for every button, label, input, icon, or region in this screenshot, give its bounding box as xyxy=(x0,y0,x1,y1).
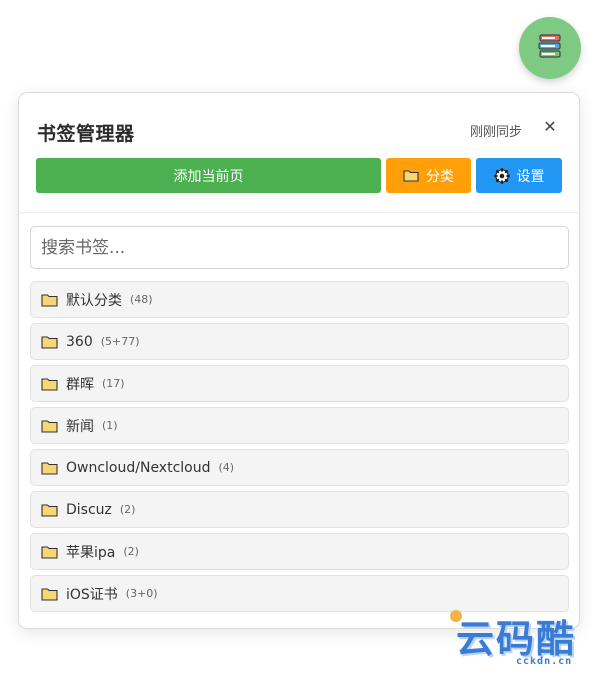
category-name: Owncloud/Nextcloud xyxy=(66,459,211,476)
bookmark-manager-panel: 书签管理器 刚刚同步 ✕ 添加当前页 分类 设置 搜索书签... 默认分类 (4… xyxy=(18,92,580,629)
folder-icon xyxy=(41,293,58,307)
add-current-page-label: 添加当前页 xyxy=(173,168,244,185)
watermark-text: 云码酷 xyxy=(456,617,577,661)
category-item-apple-ipa[interactable]: 苹果ipa (2) xyxy=(30,533,569,570)
category-item-discuz[interactable]: Discuz (2) xyxy=(30,491,569,528)
watermark-logo: 云码酷 cckdn.cn xyxy=(448,606,598,670)
panel-title: 书签管理器 xyxy=(37,123,135,145)
category-name: Discuz xyxy=(66,501,112,518)
add-current-page-button[interactable]: 添加当前页 xyxy=(36,158,381,193)
category-name: 群晖 xyxy=(66,376,94,393)
category-item-default[interactable]: 默认分类 (48) xyxy=(30,281,569,318)
category-count: (4) xyxy=(218,461,235,474)
books-icon xyxy=(536,32,564,64)
category-item-owncloud[interactable]: Owncloud/Nextcloud (4) xyxy=(30,449,569,486)
category-name: 新闻 xyxy=(66,418,94,435)
folder-icon xyxy=(41,503,58,517)
bookmark-manager-toggle-button[interactable] xyxy=(519,17,581,79)
search-input[interactable] xyxy=(30,226,569,269)
category-button-label: 分类 xyxy=(426,168,454,185)
sync-status: 刚刚同步 xyxy=(470,125,523,140)
category-name: 360 xyxy=(66,333,93,350)
folder-icon xyxy=(41,461,58,475)
category-count: (1) xyxy=(102,419,118,432)
category-button[interactable]: 分类 xyxy=(386,158,471,193)
category-item-news[interactable]: 新闻 (1) xyxy=(30,407,569,444)
category-name: 苹果ipa xyxy=(66,544,116,561)
settings-button-label: 设置 xyxy=(516,168,545,185)
folder-icon xyxy=(41,419,58,433)
category-item-360[interactable]: 360 (5+77) xyxy=(30,323,569,360)
close-button[interactable]: ✕ xyxy=(541,117,559,137)
category-name: 默认分类 xyxy=(66,292,122,309)
close-icon: ✕ xyxy=(543,117,557,136)
category-name: iOS证书 xyxy=(66,586,118,603)
category-count: (17) xyxy=(102,377,125,390)
gear-icon xyxy=(493,167,510,184)
category-item-synology[interactable]: 群晖 (17) xyxy=(30,365,569,402)
watermark-domain: cckdn.cn xyxy=(516,656,573,667)
folder-icon xyxy=(41,335,58,349)
panel-header: 书签管理器 刚刚同步 ✕ 添加当前页 分类 设置 xyxy=(19,93,579,213)
folder-icon xyxy=(41,545,58,559)
folder-icon xyxy=(41,377,58,391)
settings-button[interactable]: 设置 xyxy=(476,158,562,193)
category-count: (5+77) xyxy=(100,335,140,348)
category-count: (2) xyxy=(123,545,139,558)
category-count: (48) xyxy=(130,293,153,306)
folder-icon xyxy=(41,587,58,601)
category-count: (3+0) xyxy=(125,587,158,600)
folder-icon xyxy=(403,169,419,182)
category-count: (2) xyxy=(119,503,136,516)
